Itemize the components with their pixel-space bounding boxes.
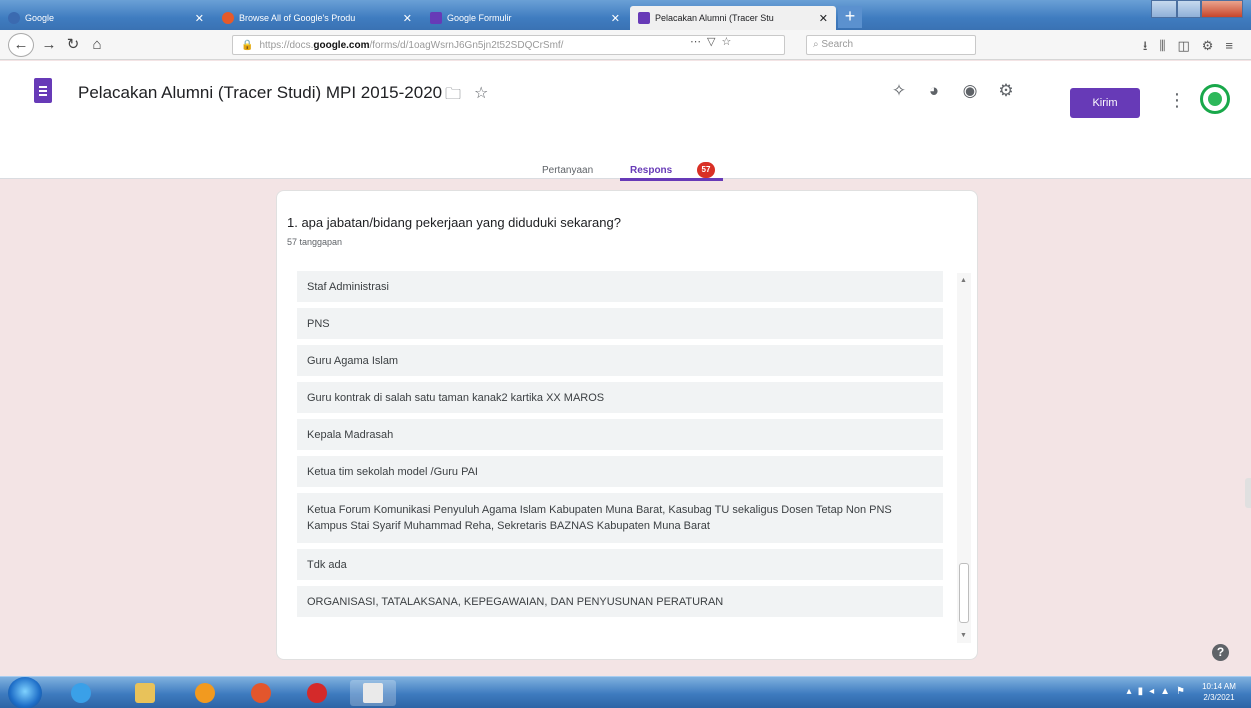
library-icon[interactable]: ⫼ [1159, 38, 1177, 53]
ie-taskbar-icon[interactable] [58, 680, 104, 706]
tab-title: Google [25, 13, 55, 23]
list-item: Kepala Madrasah [297, 419, 943, 450]
clock-time: 10:14 AM [1202, 682, 1236, 691]
browser-tab-products[interactable]: Browse All of Google's Produ ✕ [214, 6, 420, 30]
folder-icon[interactable]: 🗀 [445, 83, 461, 110]
network-icon[interactable]: ▮ [1138, 686, 1150, 697]
list-item: PNS [297, 308, 943, 339]
url-path: /forms/d/1oagWsrnJ6Gn5jn2t52SDQCrSmf/ [369, 39, 564, 51]
active-tab-indicator [620, 178, 723, 181]
pocket-icon[interactable]: ▽ [707, 36, 721, 48]
browser-tab-tracer[interactable]: Pelacakan Alumni (Tracer Stu ✕ [630, 6, 836, 30]
settings-gear-icon[interactable]: ⚙ [995, 81, 1017, 103]
browser-tab-strip: Google ✕ Browse All of Google's Produ ✕ … [0, 0, 1251, 30]
google-forms-logo-icon[interactable] [34, 78, 52, 103]
star-icon[interactable]: ☆ [474, 83, 488, 103]
close-tab-icon[interactable]: ✕ [819, 12, 828, 25]
list-item: Ketua tim sekolah model /Guru PAI [297, 456, 943, 487]
forms-favicon-icon [430, 12, 442, 24]
reload-icon[interactable]: ↻ [62, 35, 84, 55]
taskbar-clock[interactable]: 10:14 AM 2/3/2021 [1195, 681, 1243, 703]
clock-date: 2/3/2021 [1203, 693, 1235, 702]
extension-icon[interactable]: ⚙ [1202, 38, 1226, 53]
tab-responses[interactable]: Respons [630, 165, 672, 176]
list-item: Ketua Forum Komunikasi Penyuluh Agama Is… [297, 493, 943, 543]
lock-icon: 🔒 [241, 39, 254, 51]
list-item: Guru kontrak di salah satu taman kanak2 … [297, 382, 943, 413]
close-tab-icon[interactable]: ✕ [611, 12, 620, 25]
menu-icon[interactable]: ≡ [1225, 38, 1245, 53]
close-window-button[interactable] [1201, 0, 1243, 18]
list-item: ORGANISASI, TATALAKSANA, KEPEGAWAIAN, DA… [297, 586, 943, 617]
bookmark-star-icon[interactable]: ☆ [721, 36, 737, 48]
download-icon[interactable]: ⭳ [1143, 38, 1160, 53]
url-domain: google.com [313, 39, 370, 51]
windows-taskbar: ▴▮◂▲⚑ 10:14 AM 2/3/2021 [0, 676, 1251, 708]
window-controls [1151, 0, 1243, 18]
back-arrow-icon[interactable]: ← [8, 33, 34, 57]
google-favicon-icon [8, 12, 20, 24]
search-input[interactable]: ⌕ Search [806, 35, 976, 55]
addon-puzzle-icon[interactable]: ✧ [888, 81, 910, 103]
palette-icon[interactable]: ◕ [923, 81, 945, 103]
list-item: Tdk ada [297, 549, 943, 580]
forward-arrow-icon[interactable]: → [38, 35, 60, 55]
scroll-up-icon[interactable]: ▲ [960, 277, 967, 284]
volume-icon[interactable]: ◂ [1149, 686, 1160, 697]
forms-favicon-icon [638, 12, 650, 24]
explorer-taskbar-icon[interactable] [122, 680, 168, 706]
minimize-button[interactable] [1151, 0, 1177, 18]
close-tab-icon[interactable]: ✕ [403, 12, 412, 25]
close-tab-icon[interactable]: ✕ [195, 12, 204, 25]
start-button[interactable] [8, 677, 42, 708]
response-list: Staf Administrasi PNS Guru Agama Islam G… [297, 271, 943, 623]
response-count-badge: 57 [697, 162, 715, 178]
preview-eye-icon[interactable]: ◉ [959, 81, 981, 103]
document-taskbar-icon[interactable] [350, 680, 396, 706]
tray-arrow-icon[interactable]: ▴ [1127, 686, 1138, 697]
scroll-down-icon[interactable]: ▼ [960, 632, 967, 639]
avatar[interactable] [1200, 84, 1230, 114]
sidebar-icon[interactable]: ◫ [1177, 38, 1201, 53]
side-panel-handle[interactable] [1245, 478, 1251, 508]
response-scrollbar[interactable]: ▲ ▼ [957, 273, 971, 643]
browser-tab-google[interactable]: Google ✕ [0, 6, 212, 30]
question-response-card: 1. apa jabatan/bidang pekerjaan yang did… [276, 190, 978, 660]
maximize-button[interactable] [1177, 0, 1201, 18]
tab-title: Google Formulir [447, 13, 512, 23]
browser-nav-bar: ← → ↻ ⌂ 🔒 https://docs. google.com /form… [0, 30, 1251, 60]
response-count-label: 57 tanggapan [287, 237, 343, 247]
url-prefix: https://docs. [259, 39, 314, 51]
page-actions: ⋯▽☆ [690, 35, 737, 48]
tab-questions[interactable]: Pertanyaan [542, 165, 593, 176]
browser-tab-google-forms[interactable]: Google Formulir ✕ [422, 6, 628, 30]
signal-icon[interactable]: ▲ [1160, 686, 1176, 697]
page-actions-menu-icon[interactable]: ⋯ [690, 36, 707, 48]
google-products-favicon-icon [222, 12, 234, 24]
toolbar-icons: ⭳⫼◫⚙≡ [1143, 37, 1245, 59]
opera-taskbar-icon[interactable] [294, 680, 340, 706]
media-player-taskbar-icon[interactable] [182, 680, 228, 706]
scroll-thumb[interactable] [959, 563, 969, 623]
question-title: 1. apa jabatan/bidang pekerjaan yang did… [287, 215, 621, 230]
home-icon[interactable]: ⌂ [86, 35, 108, 55]
form-tabs: Pertanyaan Respons 57 [0, 161, 1251, 181]
list-item: Staf Administrasi [297, 271, 943, 302]
send-button[interactable]: Kirim [1070, 88, 1140, 118]
flag-icon[interactable]: ⚑ [1176, 686, 1191, 697]
list-item: Guru Agama Islam [297, 345, 943, 376]
search-placeholder: Search [821, 39, 854, 50]
more-options-icon[interactable]: ⋮ [1168, 90, 1186, 111]
form-title: Pelacakan Alumni (Tracer Studi) MPI 2015… [78, 83, 443, 102]
new-tab-button[interactable]: + [838, 6, 862, 28]
system-tray: ▴▮◂▲⚑ [1127, 686, 1191, 697]
tab-title: Pelacakan Alumni (Tracer Stu [655, 13, 774, 23]
help-icon[interactable]: ? [1212, 644, 1229, 661]
forms-header: Pelacakan Alumni (Tracer Studi) MPI 2015… [0, 61, 1251, 181]
tab-title: Browse All of Google's Produ [239, 13, 356, 23]
firefox-taskbar-icon[interactable] [238, 680, 284, 706]
